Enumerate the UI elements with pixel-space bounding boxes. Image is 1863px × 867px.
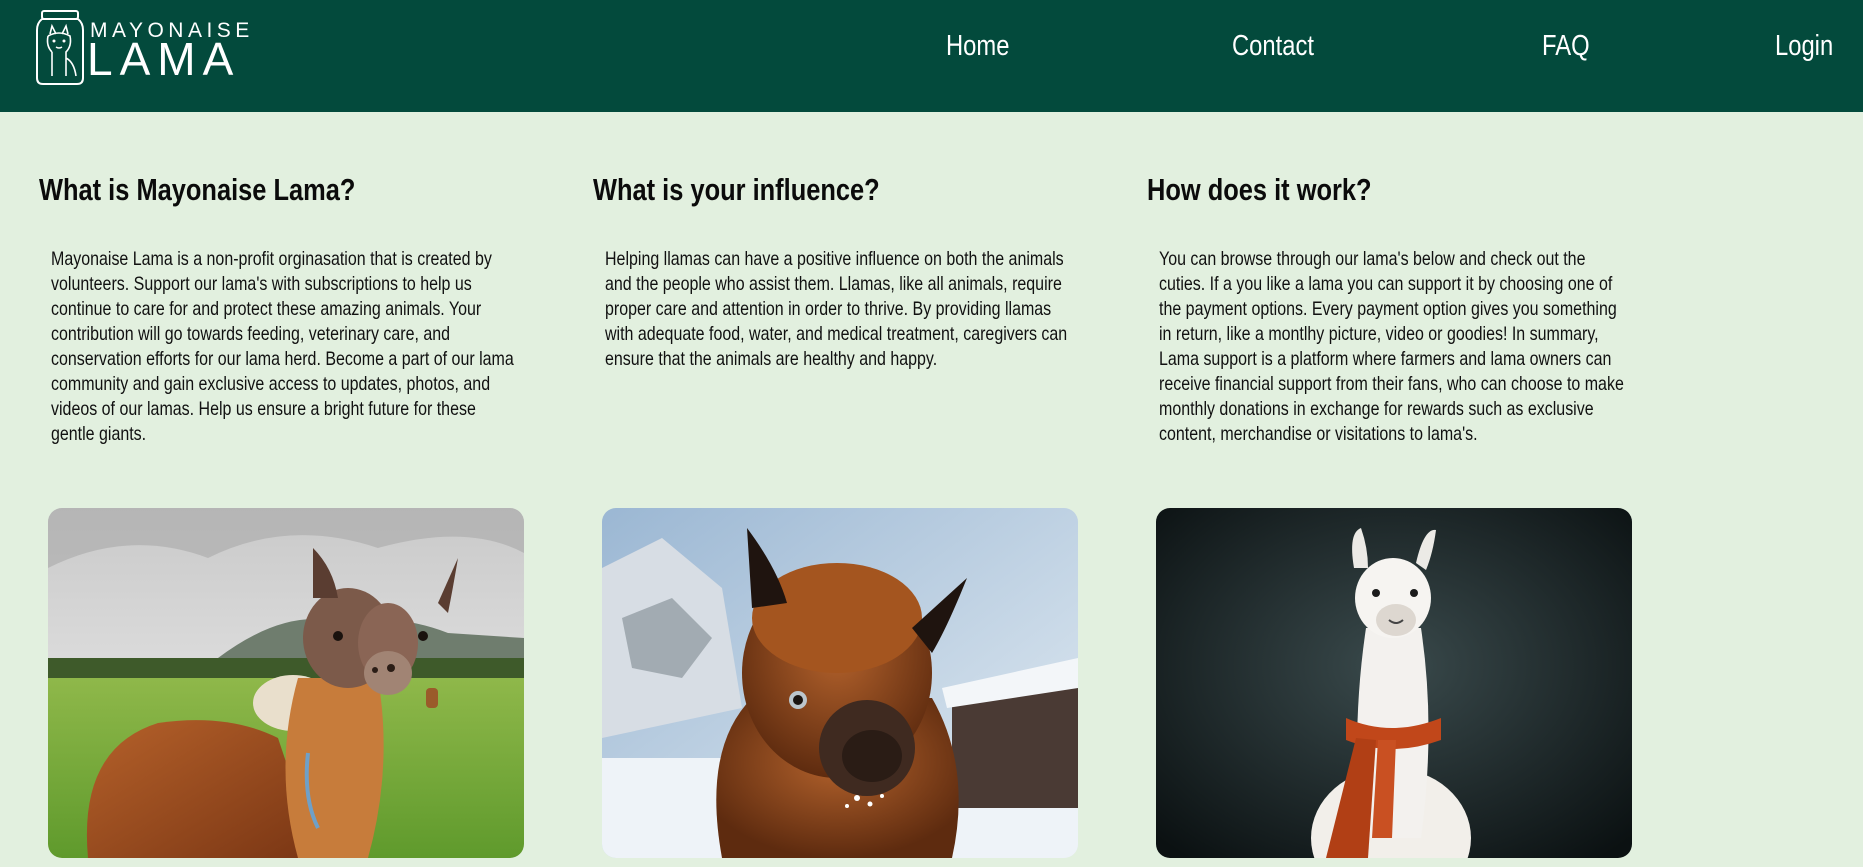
alpaca-snow-photo bbox=[602, 508, 1078, 858]
llama-field-photo bbox=[48, 508, 524, 858]
how-it-works-text: You can browse through our lama's below … bbox=[1159, 248, 1624, 445]
site-header: MAYONAISE LAMA Home Contact FAQ Login bbox=[0, 0, 1863, 112]
influence-text: Helping llamas can have a positive influ… bbox=[605, 248, 1068, 370]
llama-jar-icon bbox=[36, 10, 84, 85]
nav-contact-link[interactable]: Contact bbox=[1232, 26, 1314, 66]
llama-scarf-photo bbox=[1156, 508, 1632, 858]
influence-heading: What is your influence? bbox=[593, 172, 880, 207]
logo-main-text: LAMA bbox=[87, 33, 241, 85]
nav-home-link[interactable]: Home bbox=[946, 26, 1009, 66]
site-logo[interactable]: MAYONAISE LAMA bbox=[36, 10, 249, 86]
nav-faq-link[interactable]: FAQ bbox=[1542, 26, 1590, 66]
how-it-works-heading: How does it work? bbox=[1147, 172, 1372, 207]
nav-login-link[interactable]: Login bbox=[1775, 26, 1833, 66]
about-text: Mayonaise Lama is a non-profit orginasat… bbox=[51, 248, 514, 445]
about-heading: What is Mayonaise Lama? bbox=[39, 172, 356, 207]
